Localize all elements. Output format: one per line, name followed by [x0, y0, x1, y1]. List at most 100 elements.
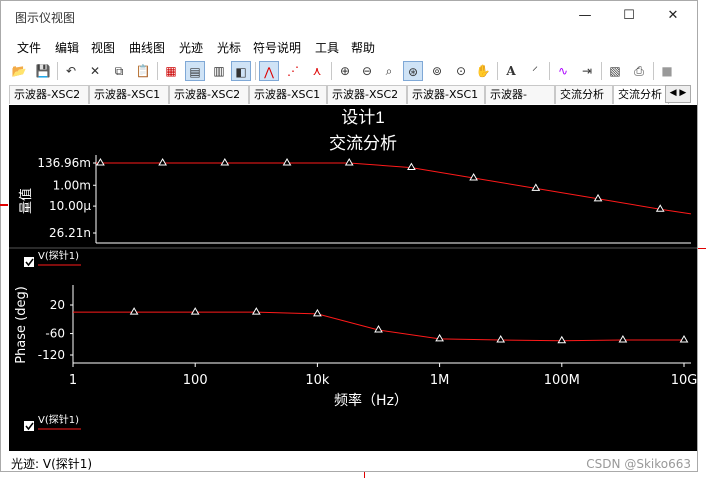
zoom-in-icon[interactable]: ⊕ — [335, 61, 355, 81]
background-marker — [698, 248, 706, 249]
export-icon[interactable]: ⇥ — [577, 61, 597, 81]
menu-legend[interactable]: 符号说明 — [253, 39, 301, 56]
tab-ac-analysis[interactable]: 交流分析 — [555, 85, 613, 104]
grapher-window: 图示仪视图 — ☐ ✕ 文件 编辑 视图 曲线图 光迹 光标 符号说明 工具 帮… — [0, 0, 698, 472]
legend-label: V(探针1) — [38, 413, 79, 426]
window-title: 图示仪视图 — [15, 11, 76, 25]
status-bar: 光迹: V(探针1) — [11, 457, 93, 471]
mag-ylabel: 量值 — [18, 188, 34, 214]
toolbar: 📂 💾 ↶ ✕ ⧉ 📋 ▦ ▤ ▥ ◧ ⋀ ⋰ ⋏ ⊕ ⊖ ⌕ ⊛ ⊚ ⊙ ✋ … — [1, 59, 697, 85]
tab-scope-xsc1[interactable]: 示波器-XSC1 — [407, 85, 485, 104]
phase-point-marker — [496, 335, 506, 343]
tab-scope-xsc2[interactable]: 示波器-XSC2 — [327, 85, 407, 104]
phase-point-marker — [251, 307, 261, 315]
bode-chart: 设计1 交流分析 量值 136.96m 1.00m 10.00μ 26.21n V(探… — [9, 108, 697, 431]
paste-icon[interactable]: 📋 — [133, 61, 153, 81]
mag-y-ticks: 136.96m 1.00m 10.00μ 26.21n — [37, 156, 96, 240]
toolbar-separator — [331, 62, 332, 80]
mag-point-marker — [220, 158, 230, 166]
legend-icon[interactable]: ▤ — [185, 61, 205, 81]
undo-icon[interactable]: ↶ — [61, 61, 81, 81]
marker-icon[interactable]: ⸍ — [525, 61, 545, 81]
chart-title: 设计1 — [341, 108, 384, 127]
x-tick-label: 10G — [671, 373, 697, 388]
line-icon[interactable]: ⋀ — [259, 61, 279, 81]
tab-scroll-arrows[interactable]: ◀ ▶ — [665, 85, 691, 103]
close-button[interactable]: ✕ — [651, 5, 695, 27]
phase-point-marker — [313, 308, 322, 317]
toolbar-separator — [57, 62, 58, 80]
x-tick-label: 1 — [69, 373, 77, 388]
grid-icon[interactable]: ▦ — [161, 61, 181, 81]
zoom-fit-icon[interactable]: ⌕ — [379, 61, 399, 81]
toolbar-separator — [497, 62, 498, 80]
minimize-button[interactable]: — — [563, 5, 607, 27]
phase-series — [72, 307, 689, 344]
copy-graph-icon[interactable]: ▧ — [605, 61, 625, 81]
menu-view[interactable]: 视图 — [91, 39, 115, 56]
toolbar-separator — [157, 62, 158, 80]
bar-icon[interactable]: ▥ — [209, 61, 229, 81]
menu-trace[interactable]: 光迹 — [179, 39, 203, 56]
chart-subtitle: 交流分析 — [329, 134, 397, 154]
menu-cursor[interactable]: 光标 — [217, 39, 241, 56]
tab-scope-xsc2[interactable]: 示波器-XSC2 — [169, 85, 249, 104]
text-icon[interactable]: A — [501, 61, 521, 81]
mag-point-marker — [158, 158, 167, 166]
trace-icon[interactable]: ∿ — [553, 61, 573, 81]
toolbar-separator — [255, 62, 256, 80]
maximize-button[interactable]: ☐ — [607, 5, 651, 27]
zoom-y-icon[interactable]: ⊚ — [427, 61, 447, 81]
phase-point-marker — [435, 333, 444, 342]
copy-icon[interactable]: ⧉ — [109, 61, 129, 81]
open-icon[interactable]: 📂 — [9, 61, 29, 81]
zoom-x-icon[interactable]: ⊛ — [403, 61, 423, 81]
save-icon[interactable]: 💾 — [33, 61, 53, 81]
menu-graph[interactable]: 曲线图 — [129, 39, 165, 56]
background-marker — [364, 472, 365, 478]
toolbar-separator — [653, 62, 654, 80]
menu-tools[interactable]: 工具 — [315, 39, 339, 56]
mag-tick-label: 26.21n — [49, 226, 91, 240]
phase-point-marker — [129, 307, 139, 315]
phase-tick-label: -120 — [38, 348, 65, 362]
dots-icon[interactable]: ⋰ — [283, 61, 303, 81]
overlay-icon[interactable]: ◧ — [231, 61, 251, 81]
mag-series — [95, 158, 692, 215]
menu-edit[interactable]: 编辑 — [55, 39, 79, 56]
toolbar-separator — [601, 62, 602, 80]
tab-ac-analysis-active[interactable]: 交流分析 — [613, 85, 669, 104]
mag-point-marker — [531, 183, 541, 191]
mag-point-marker — [469, 172, 478, 181]
x-tick-label: 10k — [305, 373, 330, 388]
tab-scope-xsc1[interactable]: 示波器-XSC1 — [89, 85, 169, 104]
stop-icon[interactable]: ■ — [657, 61, 677, 81]
mag-tick-label: 1.00m — [53, 178, 91, 192]
plot-area: 设计1 交流分析 量值 136.96m 1.00m 10.00μ 26.21n V(探… — [9, 105, 697, 451]
title-bar: 图示仪视图 — ☐ ✕ — [1, 1, 697, 33]
tab-scope-xsc2[interactable]: 示波器-XSC2 — [485, 85, 555, 119]
zoom-xy-icon[interactable]: ⊙ — [451, 61, 471, 81]
phase-point-marker — [618, 335, 628, 343]
menu-file[interactable]: 文件 — [17, 39, 41, 56]
mag-point-marker — [407, 162, 416, 171]
phase-y-ticks: 20 -60 -120 — [38, 298, 73, 362]
print-icon[interactable]: ⎙ — [629, 61, 649, 81]
toolbar-separator — [549, 62, 550, 80]
cut-icon[interactable]: ✕ — [85, 61, 105, 81]
mag-point-marker — [593, 193, 603, 202]
menu-help[interactable]: 帮助 — [351, 39, 375, 56]
line-dots-icon[interactable]: ⋏ — [307, 61, 327, 81]
tab-scope-xsc1[interactable]: 示波器-XSC1 — [249, 85, 327, 104]
phase-point-marker — [557, 335, 567, 344]
pan-icon[interactable]: ✋ — [473, 61, 493, 81]
zoom-out-icon[interactable]: ⊖ — [357, 61, 377, 81]
x-tick-label: 1M — [430, 373, 450, 388]
phase-tick-label: 20 — [50, 298, 65, 312]
legend-label: V(探针1) — [38, 249, 79, 262]
phase-x-ticks: 1 100 10k 1M 100M 10G — [69, 363, 697, 388]
watermark: CSDN @Skiko663 — [586, 457, 691, 471]
x-tick-label: 100M — [544, 373, 580, 388]
mag-point-marker — [282, 158, 292, 166]
tab-scope-xsc2[interactable]: 示波器-XSC2 — [9, 85, 89, 104]
